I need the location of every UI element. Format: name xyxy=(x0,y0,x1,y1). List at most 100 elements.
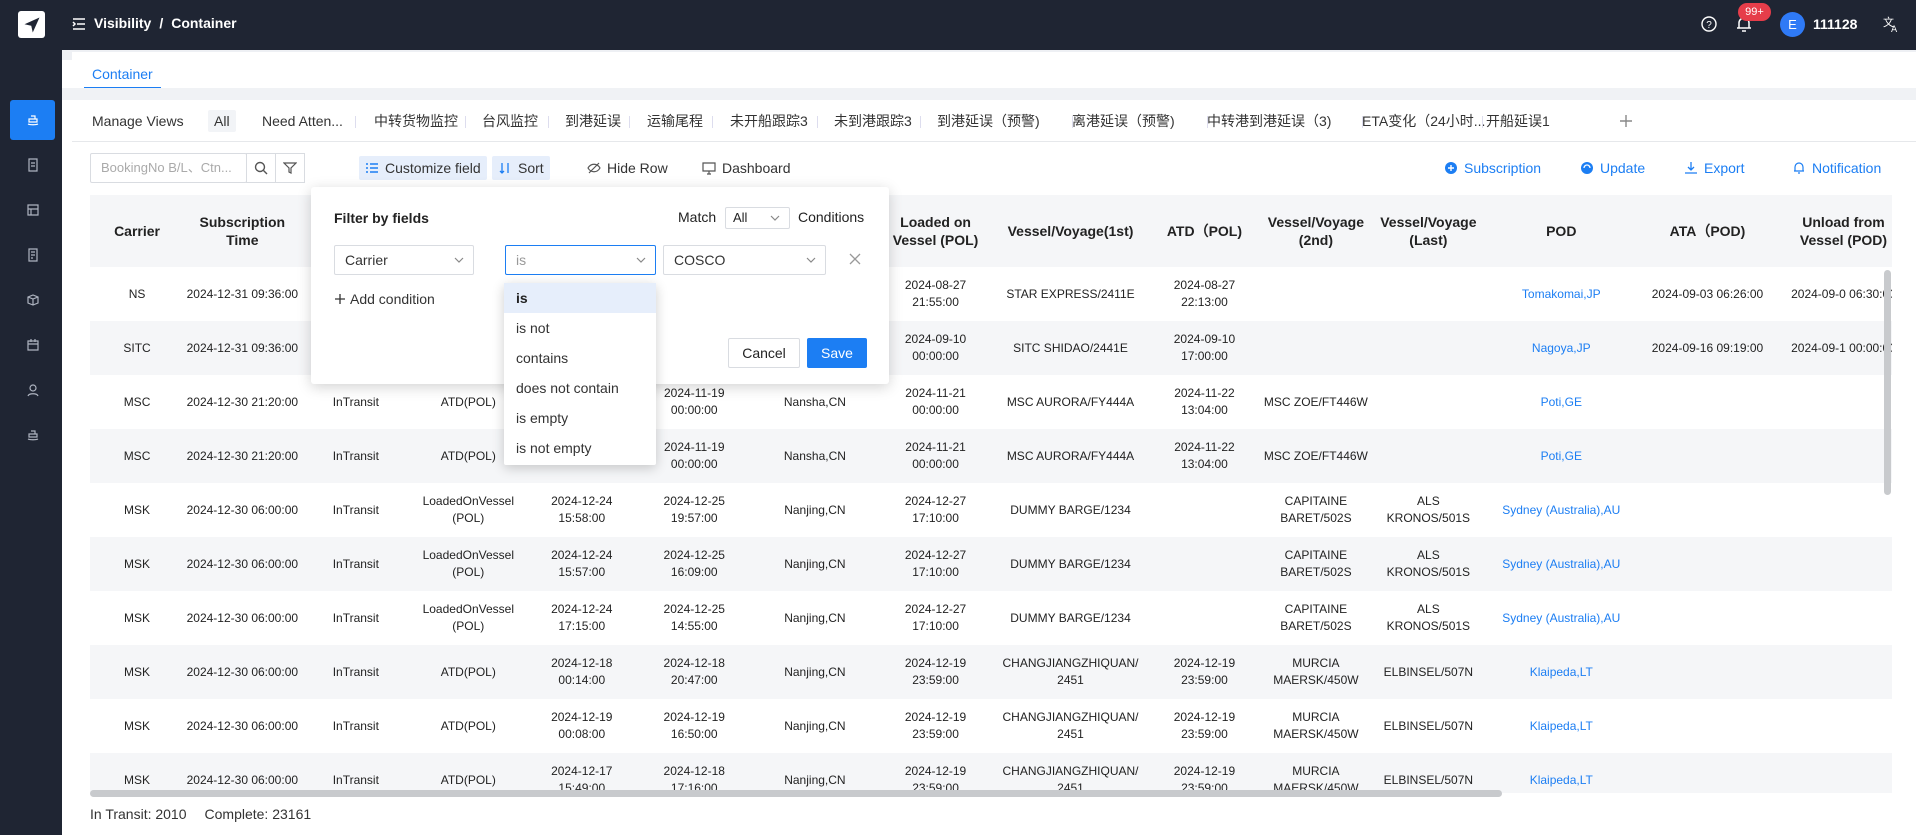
view-tab[interactable]: 开船延误1 xyxy=(1486,110,1550,132)
operator-option[interactable]: contains xyxy=(504,343,656,373)
sidebar-item-vessels[interactable] xyxy=(10,415,55,455)
table-cell[interactable]: Klaipeda,LT xyxy=(1484,645,1638,699)
view-tab-need-attention[interactable]: Need Atten... xyxy=(262,110,343,132)
sidebar-item-tracking[interactable] xyxy=(10,280,55,320)
sidebar-item-reports[interactable] xyxy=(10,235,55,275)
help-icon[interactable]: ? xyxy=(1699,14,1719,34)
svg-text:?: ? xyxy=(1706,20,1712,31)
manage-views-button[interactable]: Manage Views xyxy=(92,110,184,132)
view-tab[interactable]: 到港延误（预警) xyxy=(937,110,1040,132)
table-cell[interactable]: Tomakomai,JP xyxy=(1485,267,1638,321)
view-tab[interactable]: 离港延误（预警) xyxy=(1072,110,1175,132)
sort-button[interactable]: Sort xyxy=(492,156,550,180)
table-cell: 2024-12-27 17:10:00 xyxy=(879,537,992,591)
table-cell: CHANGJIANGZHIQUAN/ 2451 xyxy=(1002,710,1139,741)
operator-option[interactable]: is not empty xyxy=(504,433,656,463)
table-cell: 2024-12-30 06:00:00 xyxy=(186,502,299,517)
column-header[interactable]: ATD（POL) xyxy=(1149,195,1260,267)
column-header[interactable]: POD xyxy=(1484,195,1638,267)
close-icon[interactable] xyxy=(847,251,863,267)
breadcrumb-visibility[interactable]: Visibility xyxy=(94,15,151,31)
hide-row-button[interactable]: Hide Row xyxy=(581,156,674,180)
sidebar-item-users[interactable] xyxy=(10,370,55,410)
sidebar-item-calendar[interactable] xyxy=(10,325,55,365)
column-header[interactable]: Subscription Time xyxy=(184,195,301,267)
view-tab[interactable]: 中转港到港延误（3) xyxy=(1207,110,1331,132)
sidebar-item-visibility[interactable] xyxy=(10,100,55,140)
svg-text:A: A xyxy=(1891,25,1898,34)
update-button[interactable]: Update xyxy=(1580,156,1645,180)
logo-icon[interactable] xyxy=(18,11,45,38)
view-tab[interactable]: 未开船跟踪3 xyxy=(730,110,808,132)
view-tab[interactable]: 运输尾程 xyxy=(647,110,703,132)
table-cell: 2024-12-31 09:36:00 xyxy=(186,286,299,301)
sidebar-item-bookings[interactable] xyxy=(10,190,55,230)
table-row[interactable]: MSC 2024-12-30 21:20:00 InTransit ATD(POL) 2… xyxy=(90,429,1892,483)
table-cell[interactable]: Klaipeda,LT xyxy=(1485,699,1638,753)
view-tab[interactable]: 中转货物监控 xyxy=(374,110,458,132)
table-cell: MSK xyxy=(124,502,151,517)
table-cell: CHANGJIANGZHIQUAN/ 2451 xyxy=(991,645,1150,699)
table-row[interactable]: MSK 2024-12-30 06:00:00 InTransit ATD(POL) 2… xyxy=(90,753,1892,793)
column-header[interactable]: Loaded on Vessel (POL) xyxy=(879,195,992,267)
operator-option[interactable]: does not contain xyxy=(504,373,656,403)
column-header[interactable]: Carrier xyxy=(90,195,185,267)
subscription-button[interactable]: Subscription xyxy=(1444,156,1541,180)
add-view-icon[interactable] xyxy=(1618,113,1634,129)
table-cell: 2024-12-19 16:50:00 xyxy=(663,710,725,741)
table-cell[interactable]: Sydney (Australia),AU xyxy=(1485,591,1638,645)
operator-option[interactable]: is not xyxy=(504,313,656,343)
cancel-button[interactable]: Cancel xyxy=(728,338,800,368)
table-cell[interactable]: Klaipeda,LT xyxy=(1484,753,1638,793)
view-tab[interactable]: ETA变化（24小时... xyxy=(1362,110,1485,132)
export-button[interactable]: Export xyxy=(1684,156,1744,180)
table-row[interactable]: MSK 2024-12-30 06:00:00 InTransit LoadedOnV… xyxy=(90,537,1892,591)
column-header[interactable]: Unload from Vessel (POD) xyxy=(1777,195,1892,267)
vertical-scrollbar[interactable] xyxy=(1884,270,1891,495)
search-input[interactable]: BookingNo B/L、Ctn... xyxy=(90,153,247,183)
operator-option[interactable]: is xyxy=(504,283,656,313)
view-tab[interactable]: 台风监控 xyxy=(482,110,538,132)
value-select[interactable]: COSCO xyxy=(663,245,826,275)
operator-option[interactable]: is empty xyxy=(504,403,656,433)
match-select[interactable]: All xyxy=(725,207,790,229)
table-cell: ATD(POL) xyxy=(411,753,526,793)
column-header[interactable]: Vessel/Voyage (2nd) xyxy=(1259,195,1373,267)
table-cell xyxy=(1372,267,1484,321)
language-icon[interactable]: 文A xyxy=(1881,14,1901,34)
customize-field-button[interactable]: Customize field xyxy=(359,156,487,180)
save-button[interactable]: Save xyxy=(807,338,867,368)
breadcrumb-container: Container xyxy=(171,15,237,31)
avatar[interactable]: E xyxy=(1780,12,1805,37)
sidebar-item-orders[interactable] xyxy=(10,145,55,185)
view-tab-all[interactable]: All xyxy=(208,110,236,132)
tab-container[interactable]: Container xyxy=(84,59,161,89)
table-row[interactable]: MSK 2024-12-30 06:00:00 InTransit ATD(POL) 2… xyxy=(90,645,1892,699)
table-row[interactable]: MSK 2024-12-30 06:00:00 InTransit LoadedOnV… xyxy=(90,591,1892,645)
view-tab[interactable]: 到港延误 xyxy=(565,110,621,132)
table-cell[interactable]: Sydney (Australia),AU xyxy=(1485,483,1638,537)
search-button[interactable] xyxy=(246,153,276,183)
add-condition-button[interactable]: Add condition xyxy=(334,291,435,307)
field-select[interactable]: Carrier xyxy=(334,245,474,275)
user-id[interactable]: 111128 xyxy=(1813,16,1857,32)
notification-button[interactable]: Notification xyxy=(1792,156,1881,180)
table-row[interactable]: MSK 2024-12-30 06:00:00 InTransit LoadedOnV… xyxy=(90,483,1892,537)
filter-button[interactable] xyxy=(275,153,305,183)
column-header[interactable]: Vessel/Voyage (Last) xyxy=(1372,195,1485,267)
tab-divider xyxy=(920,116,921,128)
table-cell: 2024-12-19 23:59:00 xyxy=(904,710,967,741)
table-cell[interactable]: Nagoya,JP xyxy=(1484,321,1638,375)
table-cell[interactable]: Poti,GE xyxy=(1485,375,1638,429)
table-row[interactable]: MSK 2024-12-30 06:00:00 InTransit ATD(POL) 2… xyxy=(90,699,1892,753)
dashboard-button[interactable]: Dashboard xyxy=(696,156,797,180)
operator-select[interactable]: is xyxy=(505,245,656,275)
menu-icon[interactable] xyxy=(72,17,86,31)
view-tab[interactable]: 未到港跟踪3 xyxy=(834,110,912,132)
table-cell: 2024-09-16 09:19:00 xyxy=(1637,321,1777,375)
horizontal-scrollbar[interactable] xyxy=(90,790,1502,797)
column-header[interactable]: ATA（POD) xyxy=(1637,195,1777,267)
table-cell[interactable]: Sydney (Australia),AU xyxy=(1484,537,1638,591)
table-cell[interactable]: Poti,GE xyxy=(1484,429,1638,483)
column-header[interactable]: Vessel/Voyage(1st) xyxy=(991,195,1150,267)
